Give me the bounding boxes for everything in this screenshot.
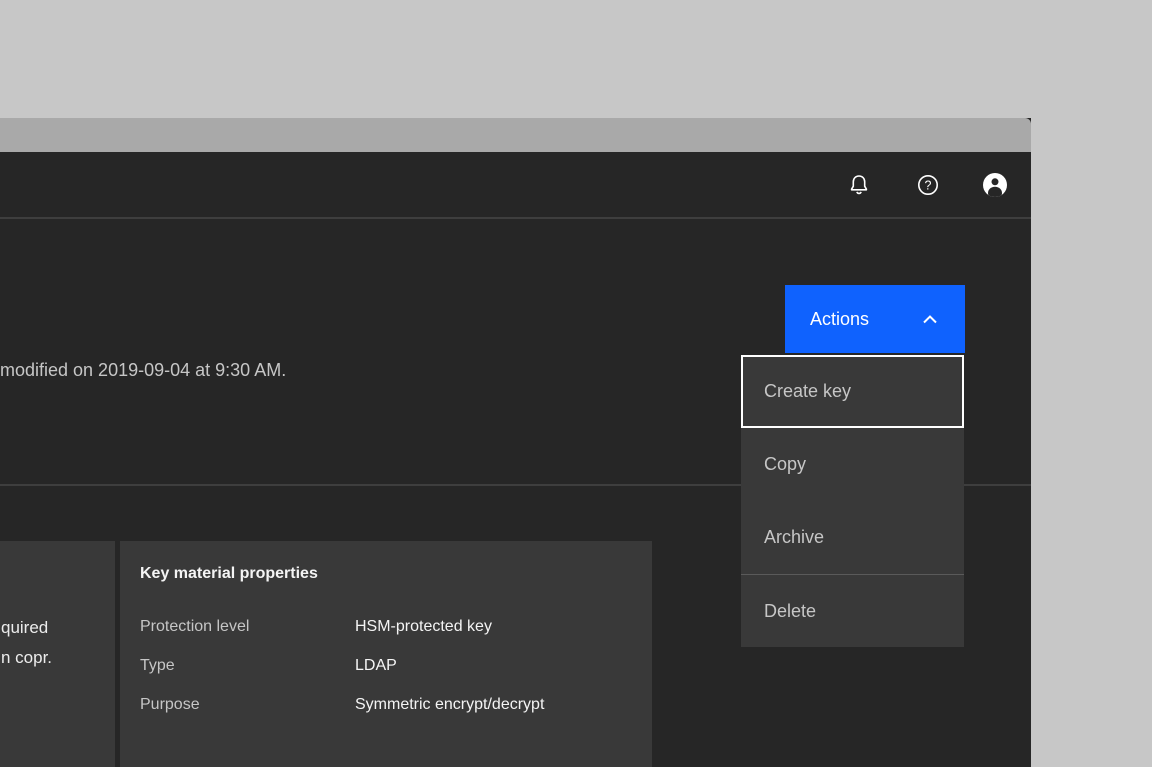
menu-item-create-key[interactable]: Create key: [741, 355, 964, 428]
actions-button[interactable]: Actions: [785, 285, 965, 353]
menu-item-archive[interactable]: Archive: [741, 501, 964, 574]
last-modified-text: modified on 2019-09-04 at 9:30 AM.: [0, 360, 287, 380]
property-label: Type: [140, 656, 175, 674]
question-circle-icon: ?: [916, 173, 940, 197]
user-avatar-icon: [982, 172, 1008, 198]
property-label: Purpose: [140, 695, 200, 713]
window-titlebar: [0, 118, 1031, 152]
property-value: HSM-protected key: [355, 617, 492, 635]
actions-dropdown-menu: Create key Copy Archive Delete: [741, 355, 964, 647]
chevron-up-icon: [922, 314, 938, 324]
left-card-clipped: quired n copr.: [0, 541, 115, 767]
property-rows: Protection level HSM-protected key Type …: [140, 607, 636, 724]
property-value: Symmetric encrypt/decrypt: [355, 695, 545, 713]
app-window: ? modified on 2019-09-04 at 9:30 AM. Act…: [0, 118, 1031, 767]
property-label: Protection level: [140, 617, 250, 635]
menu-item-delete[interactable]: Delete: [741, 575, 964, 647]
key-material-properties-card: Key material properties Protection level…: [120, 541, 652, 767]
actions-button-label: Actions: [810, 308, 870, 329]
property-value: LDAP: [355, 656, 397, 674]
notifications-button[interactable]: [846, 172, 872, 198]
menu-item-copy[interactable]: Copy: [741, 428, 964, 501]
screen-canvas: ? modified on 2019-09-04 at 9:30 AM. Act…: [0, 0, 1152, 767]
svg-text:?: ?: [925, 178, 932, 192]
card-title: Key material properties: [140, 565, 318, 582]
property-row-purpose: Purpose Symmetric encrypt/decrypt: [140, 685, 636, 724]
help-button[interactable]: ?: [915, 172, 941, 198]
property-row-protection-level: Protection level HSM-protected key: [140, 607, 636, 646]
user-profile-button[interactable]: [982, 172, 1008, 198]
property-row-type: Type LDAP: [140, 646, 636, 685]
clipped-text-fragment: quired n copr.: [1, 618, 53, 667]
app-header-bar: [0, 152, 1031, 219]
bell-icon: [847, 173, 871, 197]
